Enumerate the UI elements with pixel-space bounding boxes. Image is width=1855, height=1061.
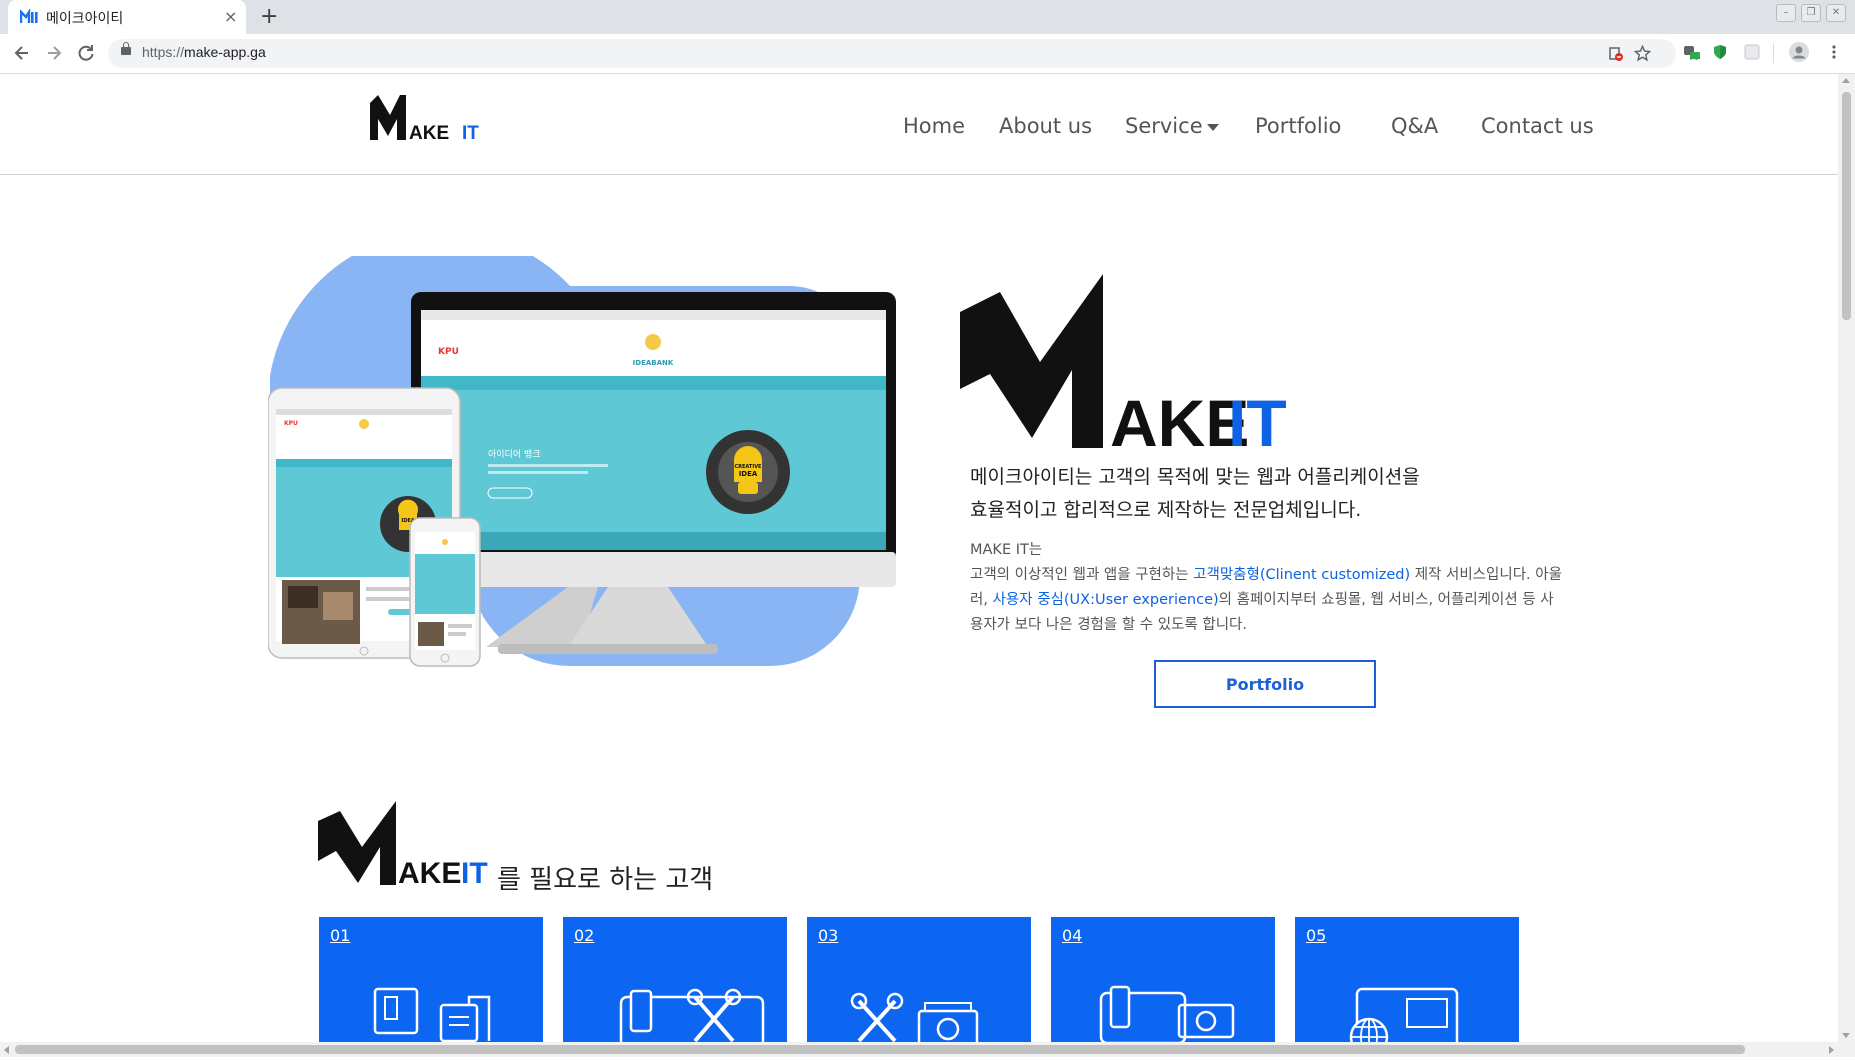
browser-toolbar: https://make-app.ga BR bbox=[0, 34, 1855, 74]
portfolio-button[interactable]: Portfolio bbox=[1154, 660, 1376, 708]
vertical-scrollbar[interactable] bbox=[1838, 74, 1855, 1042]
section-title: 를 필요로 하는 고객 bbox=[497, 865, 714, 895]
nav-home[interactable]: Home bbox=[903, 114, 965, 138]
customer-card-5[interactable]: 05 bbox=[1295, 917, 1519, 1042]
scroll-left-icon[interactable] bbox=[4, 1046, 9, 1054]
customer-card-1[interactable]: 01 bbox=[319, 917, 543, 1042]
svg-text:IT: IT bbox=[462, 123, 479, 143]
highlight-customized: 고객맞춤형(Clinent customized) bbox=[1193, 567, 1411, 583]
hero-description: 고객의 이상적인 웹과 앱을 구현하는 고객맞춤형(Clinent custom… bbox=[970, 567, 1562, 633]
horizontal-scroll-thumb[interactable] bbox=[15, 1045, 1745, 1054]
chevron-down-icon bbox=[1206, 123, 1219, 131]
svg-text:AKE: AKE bbox=[398, 857, 461, 887]
back-icon[interactable] bbox=[12, 43, 32, 63]
svg-text:KPU: KPU bbox=[284, 420, 298, 427]
section-logo: AKE IT bbox=[318, 801, 498, 891]
site-header: AKE IT Home About us Service Portfolio Q… bbox=[0, 74, 1838, 175]
reload-icon[interactable] bbox=[76, 43, 96, 63]
nav-service-label: Service bbox=[1125, 114, 1203, 138]
hero-subtitle: MAKE IT는 bbox=[970, 542, 1043, 558]
blocked-content-icon[interactable] bbox=[1608, 46, 1624, 62]
extension-badge: BR bbox=[1691, 58, 1703, 67]
svg-text:KPU: KPU bbox=[438, 347, 459, 357]
address-bar[interactable]: https://make-app.ga bbox=[108, 39, 1676, 68]
svg-text:IDEA: IDEA bbox=[739, 470, 758, 478]
shield-extension-icon[interactable] bbox=[1712, 44, 1728, 60]
nav-service[interactable]: Service bbox=[1125, 114, 1219, 138]
horizontal-scrollbar[interactable] bbox=[0, 1042, 1855, 1057]
svg-text:IT: IT bbox=[1228, 386, 1287, 450]
svg-text:IDEABANK: IDEABANK bbox=[633, 359, 674, 367]
bookmark-star-icon[interactable] bbox=[1634, 45, 1651, 62]
browser-menu-icon[interactable] bbox=[1826, 44, 1842, 60]
nav-about[interactable]: About us bbox=[999, 114, 1092, 138]
devices-money-icon bbox=[1099, 985, 1235, 1042]
scroll-right-icon[interactable] bbox=[1829, 1046, 1834, 1054]
site-logo[interactable]: AKE IT bbox=[370, 91, 486, 147]
hero-logo: AKE IT bbox=[960, 274, 1320, 460]
web-page: AKE IT Home About us Service Portfolio Q… bbox=[0, 74, 1838, 1042]
nav-portfolio[interactable]: Portfolio bbox=[1255, 114, 1341, 138]
new-tab-icon[interactable]: + bbox=[260, 4, 278, 29]
tab-title: 메이크아이티 bbox=[46, 11, 124, 27]
hero-headline: 메이크아이티는 고객의 목적에 맞는 웹과 어플리케이션을 효율적이고 합리적으… bbox=[970, 461, 1420, 527]
monitor-documents-icon bbox=[373, 987, 491, 1042]
hero-headline-line1: 메이크아이티는 고객의 목적에 맞는 웹과 어플리케이션을 bbox=[970, 466, 1420, 488]
highlight-ux: 사용자 중심(UX:User experience) bbox=[992, 592, 1219, 608]
scroll-up-icon[interactable] bbox=[1842, 78, 1850, 83]
devices-tools-icon bbox=[619, 988, 765, 1042]
restore-window-icon[interactable]: ❐ bbox=[1801, 4, 1821, 22]
window-bottom-edge bbox=[0, 1057, 1855, 1061]
toolbar-divider bbox=[1773, 43, 1774, 63]
customer-card-4[interactable]: 04 bbox=[1051, 917, 1275, 1042]
customer-card-2[interactable]: 02 bbox=[563, 917, 787, 1042]
tools-money-icon bbox=[850, 992, 979, 1042]
tab-close-icon[interactable]: × bbox=[224, 7, 237, 26]
devices-mockup-image: KPU IDEABANK 아이디어 뱅크 CREATIVE IDEA KPU I… bbox=[268, 292, 896, 667]
forward-icon[interactable] bbox=[44, 43, 64, 63]
profile-avatar-icon[interactable] bbox=[1789, 42, 1809, 62]
nav-qa[interactable]: Q&A bbox=[1391, 114, 1438, 138]
browser-tab[interactable]: 메이크아이티 × bbox=[8, 0, 246, 34]
svg-text:아이디어 뱅크: 아이디어 뱅크 bbox=[488, 449, 541, 460]
svg-text:IT: IT bbox=[461, 857, 488, 887]
scroll-down-icon[interactable] bbox=[1842, 1033, 1850, 1038]
svg-text:AKE: AKE bbox=[409, 123, 449, 143]
hero-headline-line2: 효율적이고 합리적으로 제작하는 전문업체입니다. bbox=[970, 499, 1362, 521]
customer-card-3[interactable]: 03 bbox=[807, 917, 1031, 1042]
nav-contact[interactable]: Contact us bbox=[1481, 114, 1594, 138]
lock-icon bbox=[121, 42, 131, 55]
puzzle-extension-icon[interactable] bbox=[1744, 44, 1760, 60]
browser-tab-strip: 메이크아이티 × + – ❐ ✕ bbox=[0, 0, 1855, 34]
url-text[interactable]: https://make-app.ga bbox=[142, 44, 266, 60]
globe-monitor-icon bbox=[1349, 987, 1459, 1042]
vertical-scroll-thumb[interactable] bbox=[1842, 92, 1851, 320]
minimize-window-icon[interactable]: – bbox=[1776, 4, 1796, 22]
close-window-icon[interactable]: ✕ bbox=[1826, 4, 1846, 22]
favicon-icon bbox=[20, 9, 38, 23]
